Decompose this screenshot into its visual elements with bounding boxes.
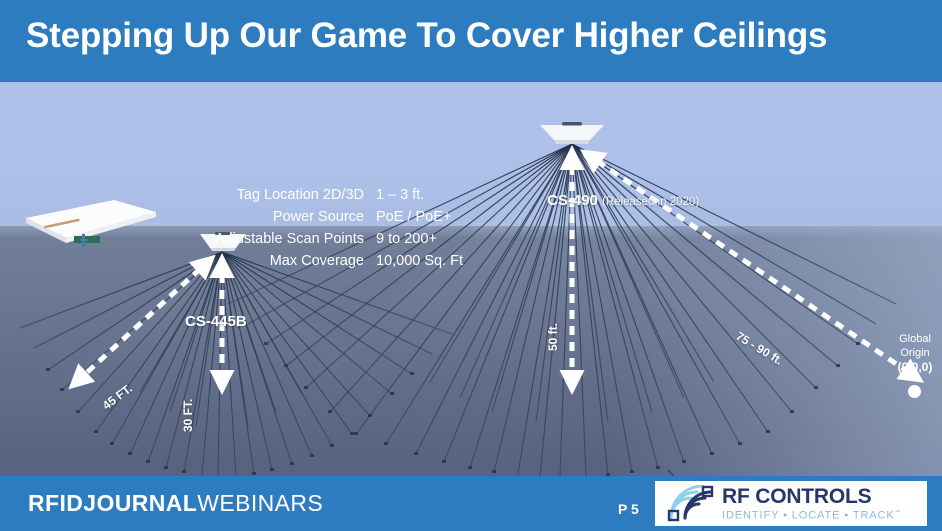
global-origin-line2: Origin [900, 347, 930, 359]
tagline-text: IDENTIFY • LOCATE • TRACK [722, 509, 895, 522]
rf-controls-logo-text: RF CONTROLS IDENTIFY • LOCATE • TRACK™ [722, 486, 902, 522]
rf-controls-name: RF CONTROLS [722, 484, 872, 508]
rfid-reader-panel-photo [26, 200, 156, 247]
global-origin-line1: Global [899, 333, 931, 345]
cs-490-height-label: 50 ft. [546, 322, 560, 351]
page-title: Stepping Up Our Game To Cover Higher Cei… [26, 16, 828, 55]
spec-label-power-source: Power Source [272, 209, 364, 225]
cs-490-release-note: (Released in 2020) [602, 196, 700, 208]
global-origin-coords: (0,0,0) [897, 360, 933, 374]
spec-label-tag-location: Tag Location 2D/3D [236, 187, 364, 203]
cs-445b-height-label: 30 FT. [181, 398, 195, 432]
global-origin-label: Global Origin (0,0,0) [884, 332, 942, 374]
rf-controls-tagline: IDENTIFY • LOCATE • TRACK™ [722, 510, 902, 522]
slide-header: Stepping Up Our Game To Cover Higher Cei… [0, 0, 942, 82]
rf-controls-logo-mark [667, 484, 714, 521]
global-origin-dot [908, 385, 921, 398]
spec-value-tag-location: 1 – 3 ft. [376, 187, 425, 203]
rfid-journal-brand: RFIDJOURNALWEBINARS [28, 490, 323, 517]
slide: Stepping Up Our Game To Cover Higher Cei… [0, 0, 942, 531]
diagram-scene: Tag Location 2D/3D 1 – 3 ft. Power Sourc… [0, 82, 942, 476]
brand-light-text: WEBINARS [197, 490, 324, 516]
spec-value-power-source: PoE / PoE+ [376, 209, 452, 225]
cs-490-name: CS-490 [547, 192, 598, 209]
spec-label-max-coverage: Max Coverage [269, 253, 364, 269]
brand-bold-text: RFIDJOURNAL [28, 490, 198, 516]
rf-controls-logo: RF CONTROLS IDENTIFY • LOCATE • TRACK™ [655, 481, 927, 526]
cs-490-device [540, 122, 604, 144]
spec-value-max-coverage: 10,000 Sq. Ft [376, 253, 464, 269]
spec-label-scan-points: Adjustable Scan Points [214, 231, 364, 247]
trademark-symbol: ™ [894, 509, 902, 516]
beam-diagram [19, 122, 925, 476]
cs-490-label: CS-490 (Released in 2020) [547, 192, 699, 209]
cs-445b-label: CS-445B [185, 313, 247, 330]
spec-table: Tag Location 2D/3D 1 – 3 ft. Power Sourc… [192, 185, 494, 271]
spec-value-scan-points: 9 to 200+ [376, 231, 437, 247]
page-number: P 5 [618, 501, 639, 517]
